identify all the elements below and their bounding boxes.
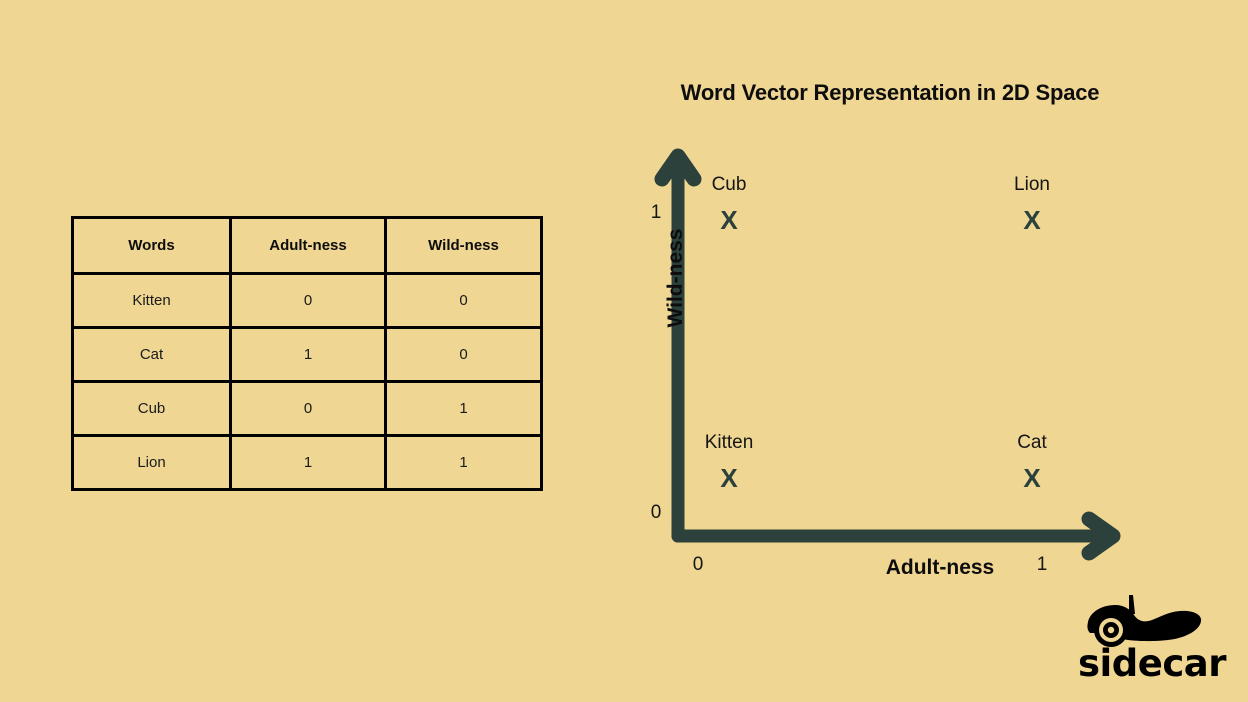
cell-wildness: 0 bbox=[384, 326, 543, 383]
table-header-row: Words Adult-ness Wild-ness bbox=[71, 216, 543, 275]
cell-adultness: 1 bbox=[229, 434, 387, 491]
data-point-lion: Lion X bbox=[992, 174, 1072, 235]
data-point-label: Cat bbox=[1017, 432, 1047, 453]
data-point-marker: X bbox=[720, 463, 738, 493]
data-point-kitten: Kitten X bbox=[689, 432, 769, 493]
table-row: Kitten 0 0 bbox=[71, 272, 543, 329]
table: Words Adult-ness Wild-ness Kitten 0 0 Ca… bbox=[71, 216, 543, 491]
cell-wildness: 1 bbox=[384, 434, 543, 491]
y-axis-tick-1: 1 bbox=[650, 202, 662, 223]
data-point-label: Cub bbox=[711, 174, 747, 195]
column-header-adultness: Adult-ness bbox=[229, 216, 387, 275]
axis-origin-joint bbox=[671, 529, 685, 543]
column-header-words: Words bbox=[71, 216, 232, 275]
cell-adultness: 1 bbox=[229, 326, 387, 383]
table-row: Cat 1 0 bbox=[71, 326, 543, 383]
cell-wildness: 1 bbox=[384, 380, 543, 437]
data-point-label: Kitten bbox=[704, 432, 754, 453]
cell-adultness: 0 bbox=[229, 272, 387, 329]
cell-word: Lion bbox=[71, 434, 232, 491]
chart-axes bbox=[654, 148, 1121, 561]
cell-word: Cat bbox=[71, 326, 232, 383]
table-row: Lion 1 1 bbox=[71, 434, 543, 491]
scatter-chart: Word Vector Representation in 2D Space W… bbox=[600, 70, 1200, 590]
x-axis-tick-0: 0 bbox=[692, 554, 704, 575]
x-axis-tick-1: 1 bbox=[1036, 554, 1048, 575]
sidecar-car-icon bbox=[1087, 595, 1202, 647]
cell-wildness: 0 bbox=[384, 272, 543, 329]
cell-word: Cub bbox=[71, 380, 232, 437]
slide-canvas: Words Adult-ness Wild-ness Kitten 0 0 Ca… bbox=[0, 0, 1248, 702]
sidecar-wordmark: sidecar bbox=[1078, 642, 1226, 685]
column-header-wildness: Wild-ness bbox=[384, 216, 543, 275]
word-vector-table: Words Adult-ness Wild-ness Kitten 0 0 Ca… bbox=[71, 216, 543, 491]
data-point-marker: X bbox=[1023, 463, 1041, 493]
y-axis-tick-0: 0 bbox=[650, 502, 662, 523]
cell-word: Kitten bbox=[71, 272, 232, 329]
sidecar-logo: sidecar bbox=[1072, 592, 1232, 692]
data-point-cub: Cub X bbox=[689, 174, 769, 235]
data-point-cat: Cat X bbox=[992, 432, 1072, 493]
table-row: Cub 0 1 bbox=[71, 380, 543, 437]
cell-adultness: 0 bbox=[229, 380, 387, 437]
data-point-label: Lion bbox=[1014, 174, 1050, 195]
data-point-marker: X bbox=[720, 205, 738, 235]
data-point-marker: X bbox=[1023, 205, 1041, 235]
